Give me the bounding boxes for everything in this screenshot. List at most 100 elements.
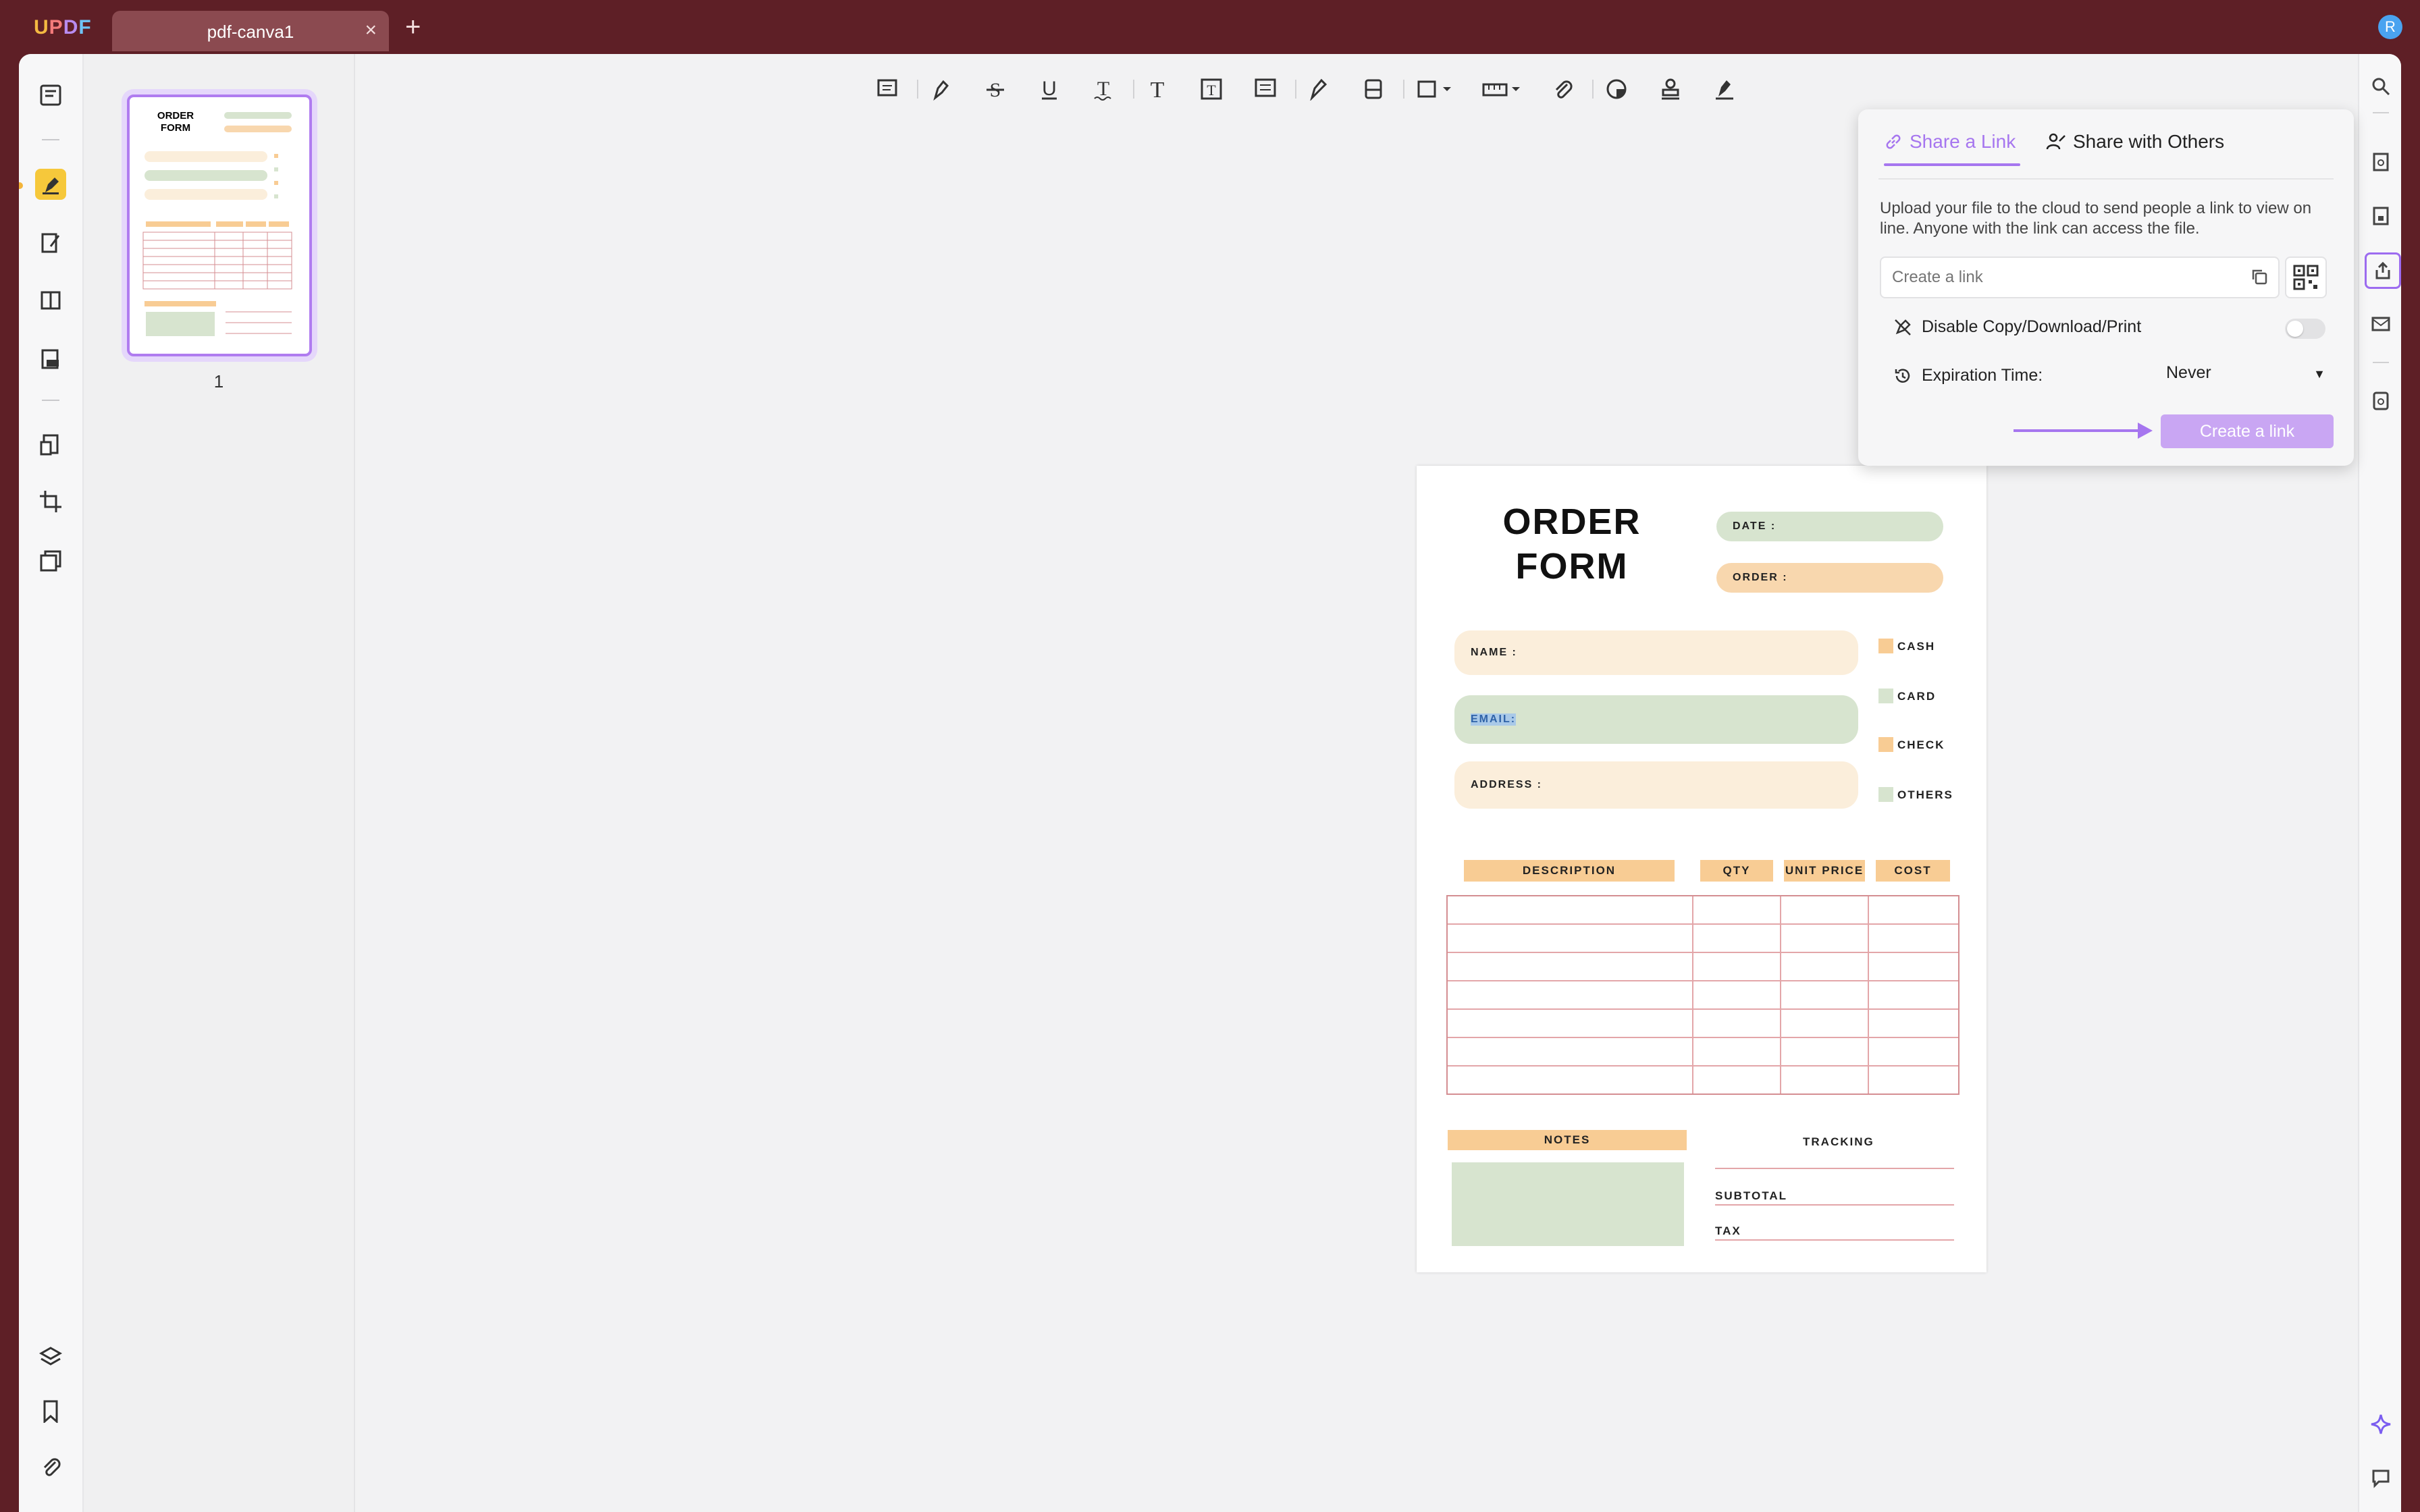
new-tab-button[interactable]: + [405,14,421,40]
signature-icon[interactable] [1706,70,1743,108]
edit-pdf-icon[interactable] [35,227,66,258]
cost-header: COST [1876,860,1950,882]
stamp-icon[interactable] [1652,70,1689,108]
address-field[interactable]: ADDRESS : [1454,761,1858,809]
table-row [1448,952,1958,953]
table-column [1780,896,1781,1094]
qr-code-icon [2293,265,2319,290]
check-checkbox[interactable] [1878,737,1893,752]
layers-icon[interactable] [35,1342,66,1373]
save-as-icon[interactable] [2365,385,2397,417]
email-icon[interactable] [2365,308,2397,340]
name-field[interactable]: NAME : [1454,630,1858,675]
paperclip-icon[interactable] [1544,70,1581,108]
strikethrough-icon[interactable]: S [976,70,1014,108]
tax-line [1715,1239,1954,1241]
sticker-icon[interactable] [1598,70,1635,108]
right-toolbar [2358,54,2401,1512]
toolbar-separator [1403,80,1404,99]
table-row [1448,1065,1958,1066]
table-row [1448,1037,1958,1038]
tab-close-icon[interactable]: × [365,20,377,40]
text-callout-icon[interactable] [1246,70,1284,108]
qty-header: QTY [1700,860,1773,882]
notes-header: NOTES [1448,1130,1687,1150]
notes-area[interactable] [1452,1162,1684,1246]
table-column [1692,896,1693,1094]
tab-title: pdf-canva1 [207,22,294,42]
cash-checkbox[interactable] [1878,639,1893,653]
toolbar-divider [2373,112,2389,113]
toolbar-separator [1592,80,1594,99]
share-people-icon [2046,133,2066,150]
toolbar-separator [917,80,918,99]
svg-text:U: U [1042,78,1057,100]
search-icon[interactable] [2365,70,2397,103]
order-field[interactable]: ORDER : [1716,563,1943,593]
sticky-note-icon[interactable] [868,70,906,108]
page-thumbnail[interactable]: ORDER FORM [127,94,312,356]
highlight-icon[interactable] [922,70,960,108]
unit-price-header: UNIT PRICE [1784,860,1865,882]
organize-pages-icon[interactable] [35,285,66,316]
create-link-button[interactable]: Create a link [2161,414,2334,448]
convert-pdf-icon[interactable] [35,429,66,460]
text-icon[interactable]: T [1138,70,1176,108]
eraser-icon[interactable] [1354,70,1392,108]
date-field[interactable]: DATE : [1716,512,1943,541]
subtotal-line [1715,1204,1954,1206]
svg-text:T: T [1207,82,1216,99]
table-row [1448,980,1958,981]
form-edit-icon[interactable] [35,343,66,374]
title-bar: UPDF pdf-canva1 × + R [0,0,2420,54]
expiration-select[interactable]: Never ▼ [2166,363,2328,390]
tab-share-with-others[interactable]: Share with Others [2046,131,2224,153]
pointer-arrow-line [2014,429,2139,432]
measure-dropdown-icon[interactable] [1479,70,1526,108]
shape-dropdown-icon[interactable] [1413,70,1460,108]
share-popup: Share a Link Share with Others Upload yo… [1858,109,2354,466]
copy-icon[interactable] [2250,267,2269,291]
tax-label: TAX [1715,1224,1741,1237]
left-toolbar [19,54,84,1512]
document-tab[interactable]: pdf-canva1 × [112,11,389,51]
ocr-icon[interactable] [2365,146,2397,178]
protect-icon[interactable] [2365,200,2397,232]
updf-logo: UPDF [34,16,92,38]
tracking-line [1715,1168,1954,1169]
others-checkbox[interactable] [1878,787,1893,802]
crop-pages-icon[interactable] [35,486,66,517]
tab-share-a-link[interactable]: Share a Link [1884,131,2016,153]
disable-copy-toggle[interactable] [2285,319,2325,339]
history-icon [1895,368,1910,383]
user-avatar[interactable]: R [2378,15,2402,39]
ai-assistant-icon[interactable] [2365,1408,2397,1440]
card-checkbox[interactable] [1878,688,1893,703]
squiggly-icon[interactable]: T [1084,70,1122,108]
pointer-arrow-icon [2138,423,2153,439]
svg-text:ORDER: ORDER [157,110,194,122]
share-icon[interactable] [2365,252,2401,289]
link-input[interactable] [1891,266,2231,289]
comment-highlighter-icon[interactable] [35,169,66,200]
pencil-icon[interactable] [1300,70,1338,108]
comments-icon[interactable] [2365,1462,2397,1494]
svg-text:FORM: FORM [161,122,190,134]
expiration-label: Expiration Time: [1922,366,2043,385]
attachment-icon[interactable] [35,1451,66,1482]
text-box-icon[interactable]: T [1192,70,1230,108]
underline-icon[interactable]: U [1030,70,1068,108]
email-field[interactable]: EMAIL: [1454,695,1858,744]
table-column [1868,896,1869,1094]
toolbar-separator [1133,80,1134,99]
order-table[interactable] [1446,895,1959,1095]
active-tab-underline [1884,163,2020,166]
batch-tools-icon[interactable] [35,545,66,576]
order-form-title: ORDER FORM [1502,502,1641,587]
reader-mode-icon[interactable] [35,80,66,111]
thumbnail-panel: ORDER FORM 1 [84,54,355,1512]
qr-code-button[interactable] [2285,256,2327,298]
pdf-page[interactable]: ORDER FORM DATE : ORDER : NAME : EMAIL: … [1417,466,1987,1272]
link-field[interactable] [1880,256,2280,298]
bookmark-icon[interactable] [35,1396,66,1427]
